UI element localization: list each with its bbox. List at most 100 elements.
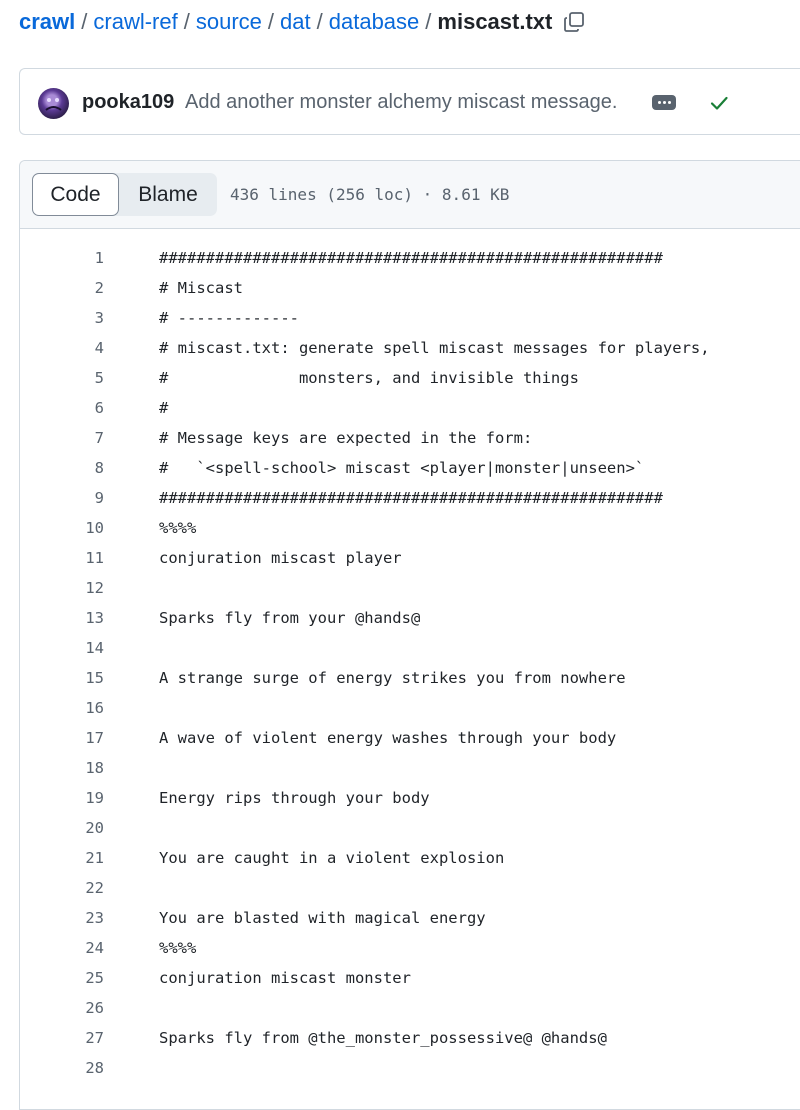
breadcrumb-separator: / [316,9,323,34]
breadcrumb-crawl-ref-link[interactable]: crawl-ref [93,9,177,35]
code-line: 10%%%% [20,513,800,543]
line-number[interactable]: 12 [20,579,104,597]
commit-author[interactable]: pooka109 [82,91,174,114]
code-line: 25 conjuration miscast monster [20,963,800,993]
line-number[interactable]: 3 [20,309,104,327]
code-line: 9 #######################################… [20,483,800,513]
code-line: 26 [20,993,800,1023]
code-line: 4 # miscast.txt: generate spell miscast m… [20,333,800,363]
code-line: 19 Energy rips through your body [20,783,800,813]
line-number[interactable]: 26 [20,999,104,1017]
line-number[interactable]: 13 [20,609,104,627]
file-header: Code Blame 436 lines (256 loc) · 8.61 KB [20,161,800,229]
line-number[interactable]: 23 [20,909,104,927]
line-content: conjuration miscast monster [159,969,411,987]
line-number[interactable]: 28 [20,1059,104,1077]
code-line: 7 # Message keys are expected in the form… [20,423,800,453]
line-number[interactable]: 18 [20,759,104,777]
line-number[interactable]: 8 [20,459,104,477]
file-info: 436 lines (256 loc) · 8.61 KB [230,185,510,204]
code-line: 17 A wave of violent energy washes throug… [20,723,800,753]
breadcrumb-current-file: miscast.txt [437,9,553,34]
breadcrumb-repo-link[interactable]: crawl [19,9,75,35]
line-content: A wave of violent energy washes through … [159,729,617,747]
copy-icon [564,12,585,32]
line-number[interactable]: 16 [20,699,104,717]
line-number[interactable]: 4 [20,339,104,357]
check-icon[interactable] [708,92,730,114]
commit-details-button[interactable] [652,95,676,110]
breadcrumb-dat-link[interactable]: dat [280,9,311,35]
line-number[interactable]: 15 [20,669,104,687]
line-number[interactable]: 7 [20,429,104,447]
line-content: # ------------- [159,309,299,327]
code-listing: 1 #######################################… [20,243,800,1083]
line-content: %%%% [159,519,197,537]
code-line: 16 [20,693,800,723]
code-line: 20 [20,813,800,843]
code-line: 3 # ------------- [20,303,800,333]
code-line: 22 [20,873,800,903]
line-content: # Miscast [159,279,243,297]
line-number[interactable]: 11 [20,549,104,567]
code-line: 24%%%% [20,933,800,963]
line-content: # Message keys are expected in the form: [159,429,533,447]
breadcrumb: crawl / crawl-ref / source / dat / datab… [19,4,587,40]
line-number[interactable]: 14 [20,639,104,657]
code-line: 23 You are blasted with magical energy [20,903,800,933]
line-number[interactable]: 2 [20,279,104,297]
code-line: 15 A strange surge of energy strikes you … [20,663,800,693]
line-content: You are caught in a violent explosion [159,849,505,867]
copy-path-button[interactable] [561,9,587,35]
code-line: 27 Sparks fly from @the_monster_possessiv… [20,1023,800,1053]
code-line: 12 [20,573,800,603]
tab-blame[interactable]: Blame [119,173,217,216]
code-line: 2 # Miscast [20,273,800,303]
line-content: Energy rips through your body [159,789,430,807]
ellipsis-dot [657,101,661,104]
latest-commit-box: pooka109 Add another monster alchemy mis… [19,68,800,135]
view-toggle: Code Blame [32,173,217,216]
line-content: %%%% [159,939,197,957]
line-content: Sparks fly from @the_monster_possessive@… [159,1029,607,1047]
line-content: You are blasted with magical energy [159,909,486,927]
code-line: 18 [20,753,800,783]
line-number[interactable]: 27 [20,1029,104,1047]
line-content: Sparks fly from your @hands@ [159,609,421,627]
line-content: # `<spell-school> miscast <player|monste… [159,459,645,477]
tab-code[interactable]: Code [32,173,119,216]
line-content: # monsters, and invisible things [159,369,579,387]
line-number[interactable]: 19 [20,789,104,807]
line-content: ########################################… [159,489,663,507]
breadcrumb-separator: / [183,9,190,34]
line-number[interactable]: 9 [20,489,104,507]
line-content: # miscast.txt: generate spell miscast me… [159,339,710,357]
code-line: 5 # monsters, and invisible things [20,363,800,393]
avatar-icon [45,98,62,111]
code-line: 6 # [20,393,800,423]
breadcrumb-database-link[interactable]: database [329,9,420,35]
line-content: A strange surge of energy strikes you fr… [159,669,626,687]
line-number[interactable]: 6 [20,399,104,417]
line-number[interactable]: 20 [20,819,104,837]
line-content: ########################################… [159,249,663,267]
line-number[interactable]: 21 [20,849,104,867]
code-line: 1 #######################################… [20,243,800,273]
ellipsis-dot [662,101,666,104]
file-viewer: Code Blame 436 lines (256 loc) · 8.61 KB… [19,160,800,1110]
line-number[interactable]: 25 [20,969,104,987]
line-content: conjuration miscast player [159,549,402,567]
code-line: 14 [20,633,800,663]
avatar[interactable] [38,88,69,119]
line-number[interactable]: 17 [20,729,104,747]
line-number[interactable]: 22 [20,879,104,897]
commit-message[interactable]: Add another monster alchemy miscast mess… [185,91,617,114]
line-number[interactable]: 24 [20,939,104,957]
line-number[interactable]: 1 [20,249,104,267]
breadcrumb-separator: / [81,9,88,34]
line-number[interactable]: 10 [20,519,104,537]
code-line: 13 Sparks fly from your @hands@ [20,603,800,633]
breadcrumb-source-link[interactable]: source [196,9,262,35]
ellipsis-dot [667,101,671,104]
line-number[interactable]: 5 [20,369,104,387]
